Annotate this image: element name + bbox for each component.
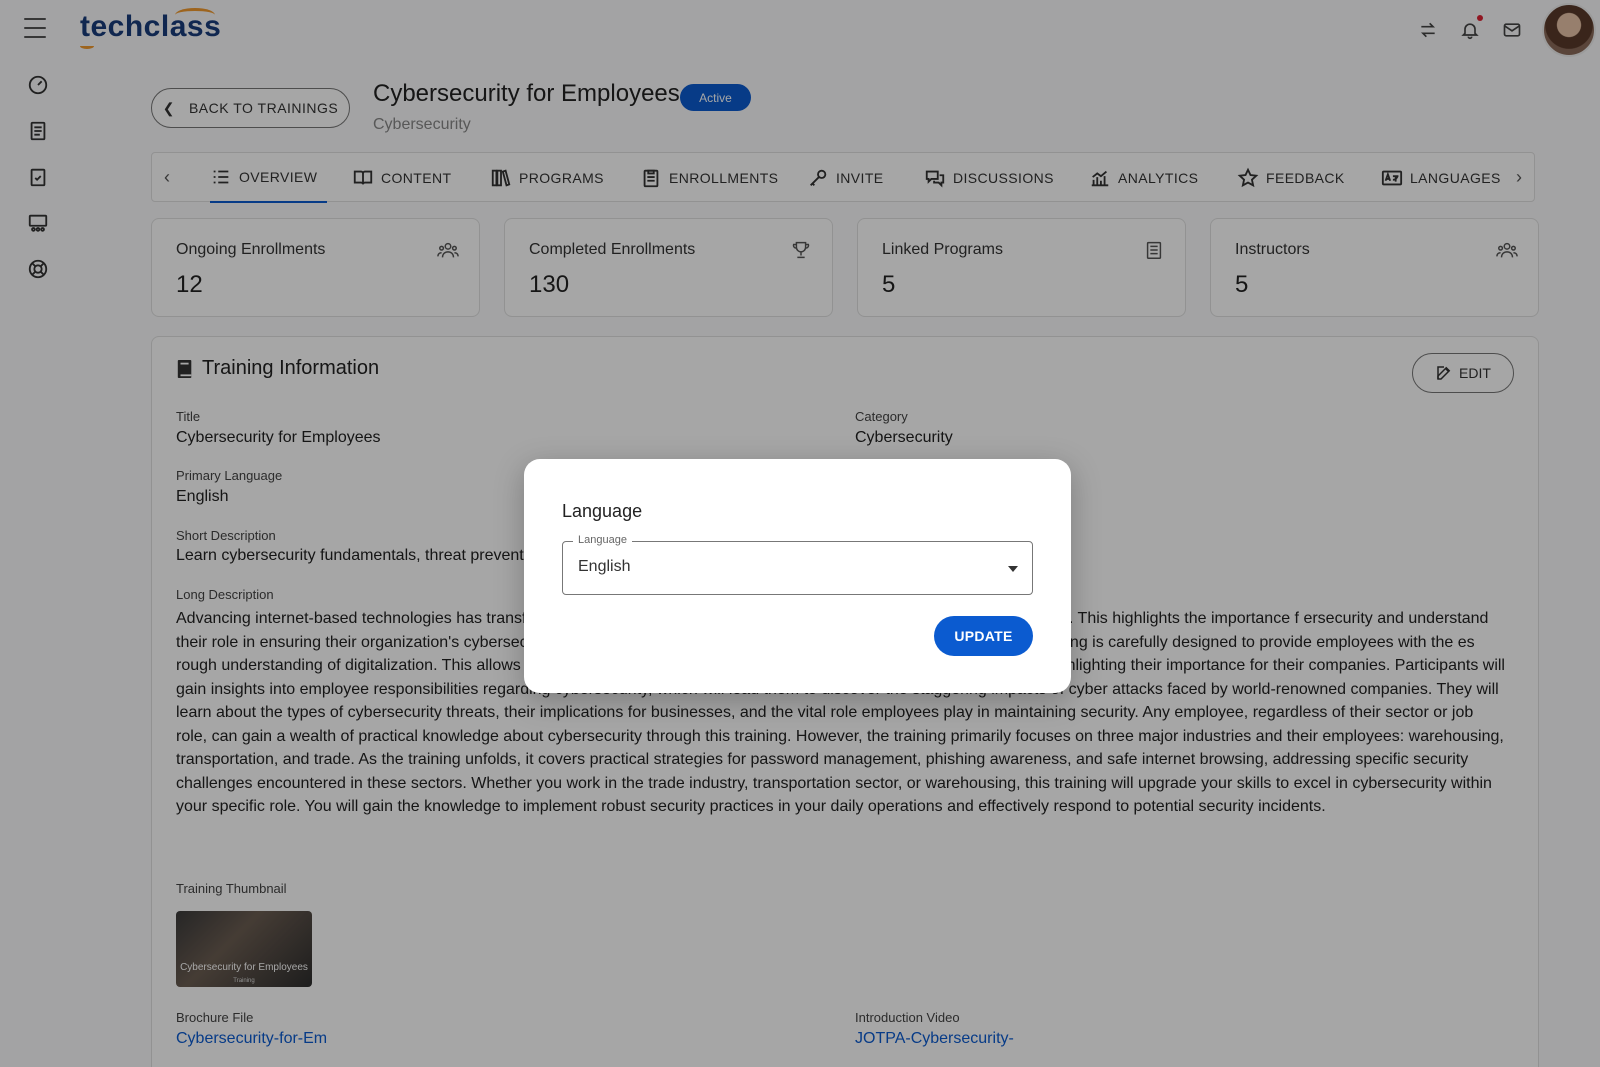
- language-select[interactable]: Language English: [562, 534, 1033, 595]
- dialog-title: Language: [562, 501, 643, 521]
- update-button[interactable]: UPDATE: [934, 616, 1033, 656]
- select-floating-label: Language: [573, 534, 632, 546]
- dropdown-arrow-icon[interactable]: [1008, 566, 1018, 572]
- language-dialog: Language Language English UPDATE: [524, 459, 1071, 693]
- select-value: English: [578, 558, 631, 575]
